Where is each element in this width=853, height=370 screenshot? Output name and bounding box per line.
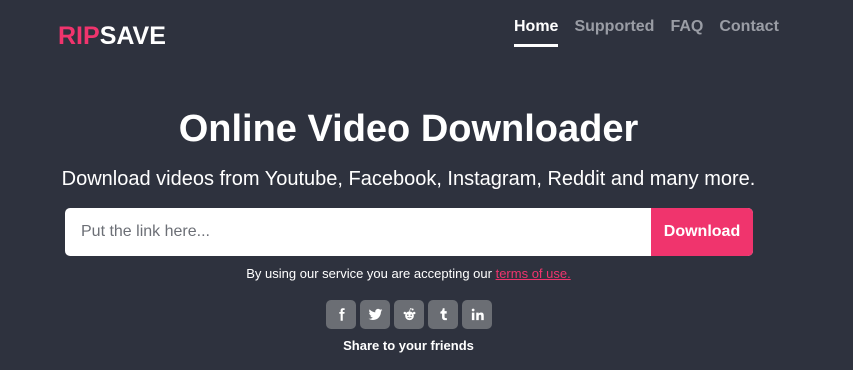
share-tumblr-button[interactable] — [428, 300, 458, 329]
share-facebook-button[interactable] — [326, 300, 356, 329]
nav-contact[interactable]: Contact — [719, 16, 779, 47]
share-buttons — [326, 300, 492, 329]
url-input[interactable] — [65, 208, 651, 256]
share-reddit-button[interactable] — [394, 300, 424, 329]
page-title: Online Video Downloader — [178, 108, 639, 150]
share-linkedin-button[interactable] — [462, 300, 492, 329]
nav-supported[interactable]: Supported — [574, 16, 654, 47]
logo[interactable]: RIPSAVE — [58, 22, 166, 51]
terms-notice: By using our service you are accepting o… — [0, 266, 817, 281]
nav-home[interactable]: Home — [514, 16, 559, 47]
tumblr-icon — [439, 308, 447, 321]
nav-faq[interactable]: FAQ — [670, 16, 703, 47]
facebook-icon — [338, 308, 345, 321]
main-nav: Home Supported FAQ Contact — [514, 16, 795, 47]
download-button[interactable]: Download — [651, 208, 753, 256]
reddit-icon — [403, 308, 415, 321]
logo-rip: RIP — [58, 22, 100, 50]
twitter-icon — [368, 308, 382, 320]
logo-save: SAVE — [99, 22, 166, 50]
linkedin-icon — [471, 308, 484, 321]
share-label: Share to your friends — [343, 338, 474, 353]
url-form: Download — [65, 208, 753, 256]
terms-link[interactable]: terms of use. — [496, 266, 571, 281]
page-subtitle: Download videos from Youtube, Facebook, … — [61, 168, 756, 190]
share-twitter-button[interactable] — [360, 300, 390, 329]
terms-text: By using our service you are accepting o… — [246, 266, 496, 281]
